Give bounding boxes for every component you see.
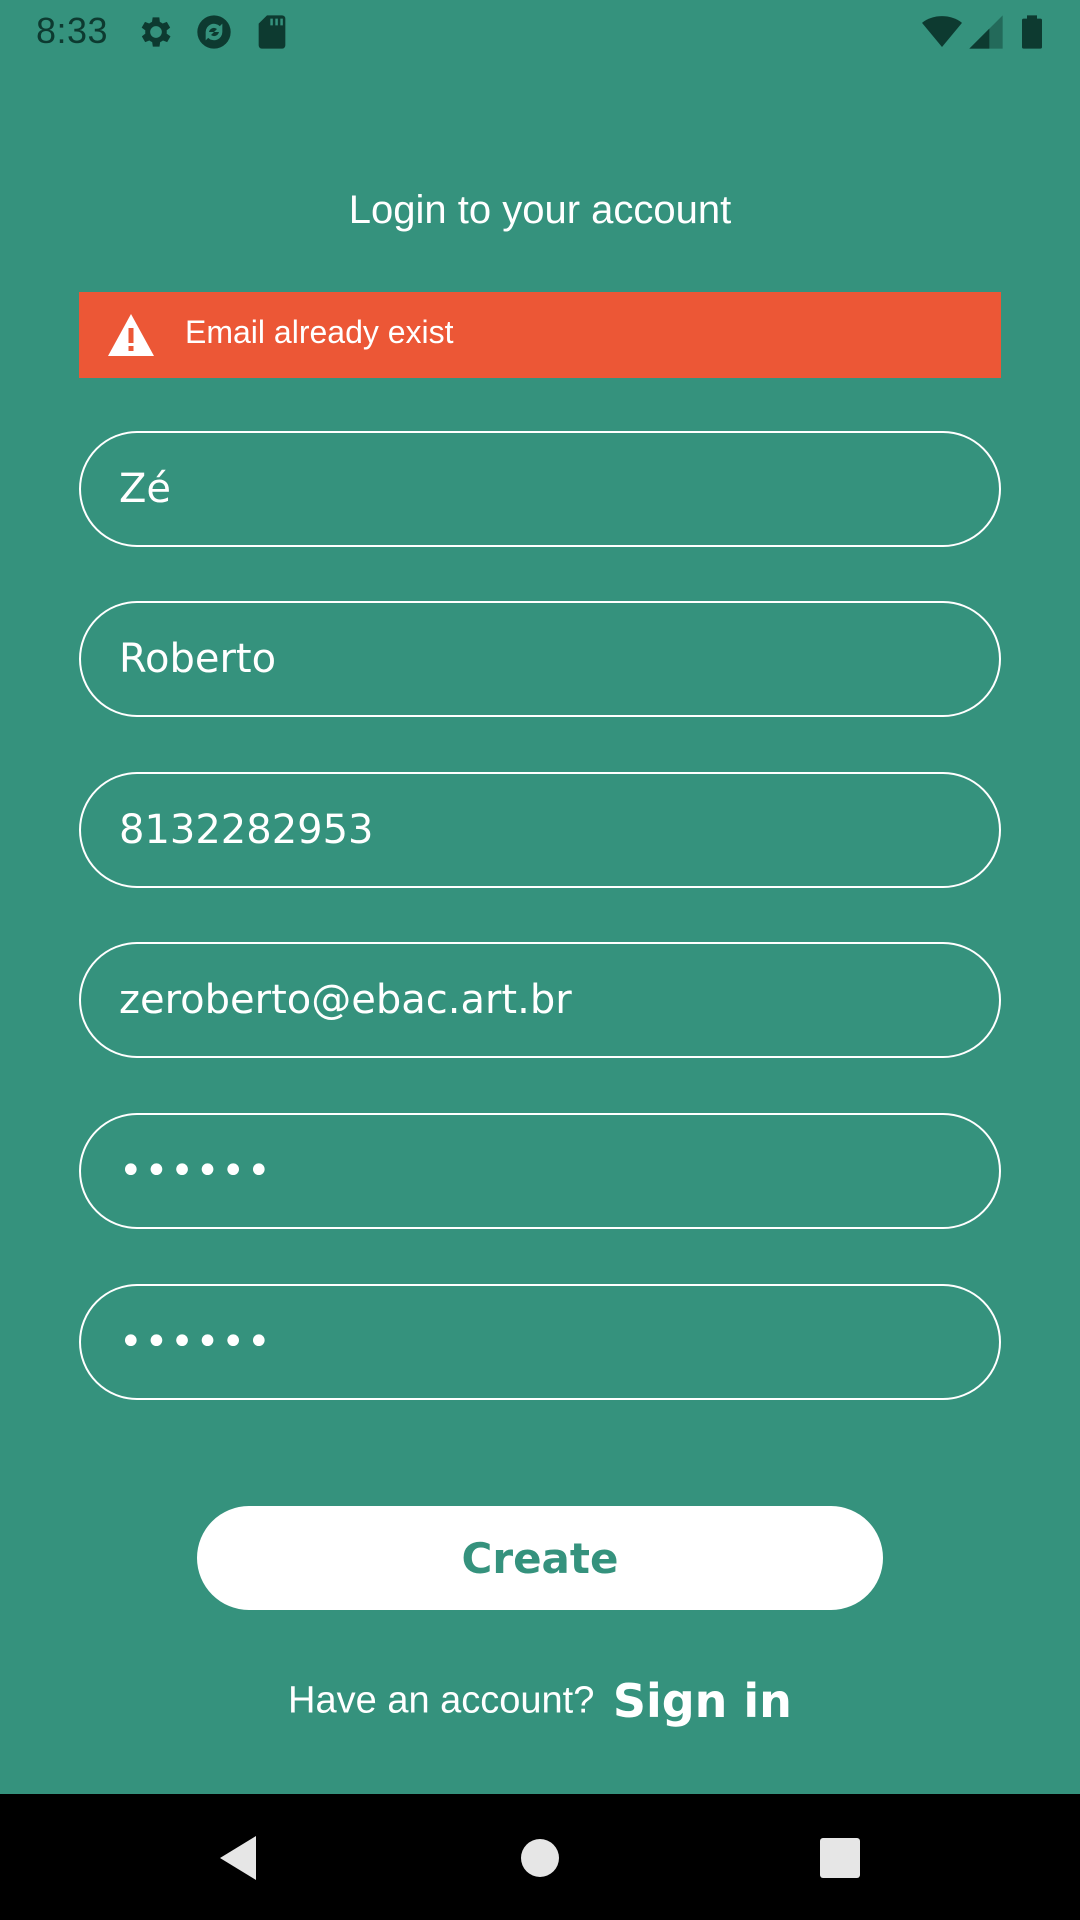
warning-icon	[106, 312, 156, 358]
error-alert: Email already exist	[79, 292, 1001, 378]
back-icon[interactable]	[212, 1830, 268, 1886]
wifi-icon	[922, 12, 962, 52]
gear-icon	[136, 12, 176, 52]
page-title: Login to your account	[348, 188, 732, 232]
first-name-field[interactable]	[79, 431, 1001, 547]
sd-card-icon	[252, 12, 292, 52]
signin-prompt: Have an account? Sign in	[0, 1674, 1080, 1728]
sync-icon	[194, 12, 234, 52]
status-bar: 8:33	[0, 0, 1080, 66]
signin-link[interactable]: Sign in	[613, 1674, 792, 1728]
last-name-field[interactable]	[79, 601, 1001, 717]
confirm-password-field[interactable]	[79, 1284, 1001, 1400]
recents-icon[interactable]	[812, 1830, 868, 1886]
password-field[interactable]	[79, 1113, 1001, 1229]
signin-prompt-text: Have an account?	[288, 1679, 595, 1722]
signal-icon	[966, 12, 1006, 52]
alert-message: Email already exist	[185, 314, 454, 350]
battery-icon	[1012, 12, 1052, 52]
home-icon[interactable]	[512, 1830, 568, 1886]
phone-field[interactable]	[79, 772, 1001, 888]
status-time: 8:33	[36, 10, 109, 51]
navigation-bar	[0, 1794, 1080, 1920]
email-field[interactable]	[79, 942, 1001, 1058]
create-button[interactable]: Create	[197, 1506, 883, 1610]
